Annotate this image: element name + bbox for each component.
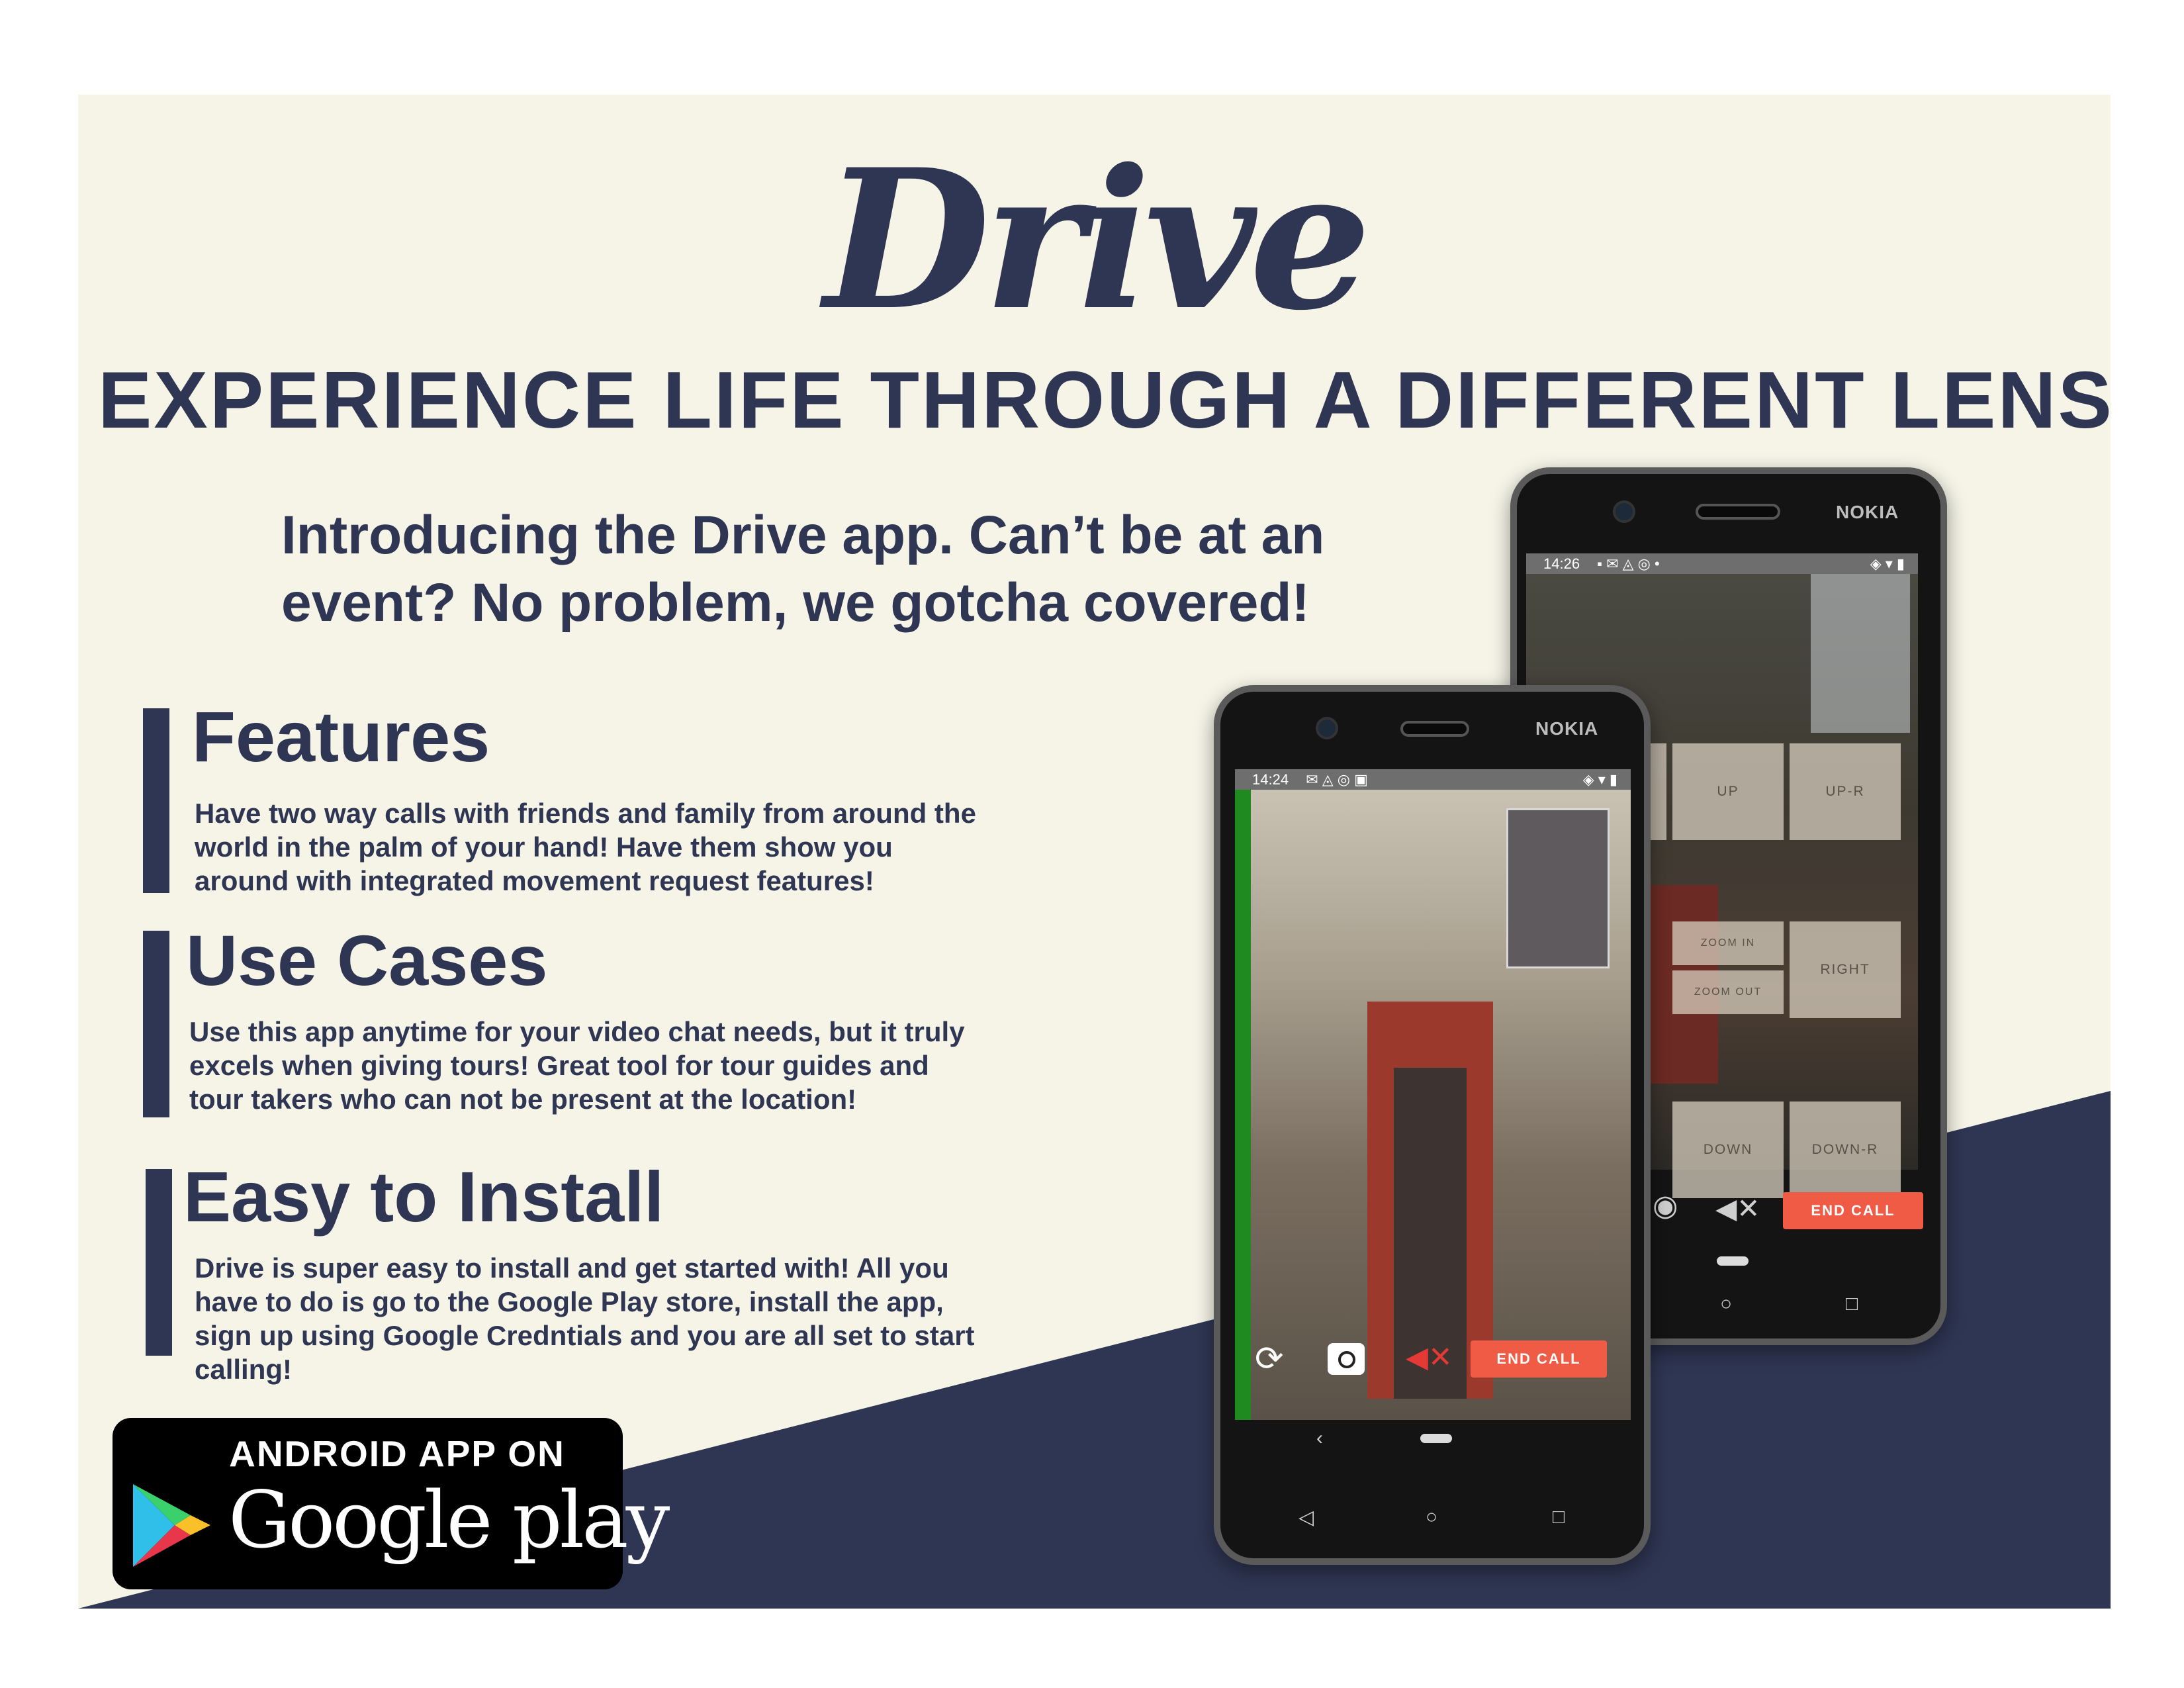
drive-logo: Drive <box>823 128 1371 353</box>
control-right[interactable]: RIGHT <box>1790 921 1901 1018</box>
recents-icon[interactable]: □ <box>1846 1293 1858 1315</box>
install-title: Easy to Install <box>183 1156 664 1237</box>
body-line: excels when giving tours! Great tool for… <box>189 1050 929 1081</box>
camera-lens <box>1338 1351 1355 1368</box>
body-line: world in the palm of your hand! Have the… <box>195 831 893 863</box>
intro-line: Introducing the Drive app. Can’t be at a… <box>281 505 1325 565</box>
front-camera <box>1613 500 1635 523</box>
intro-line: event? No problem, we gotcha covered! <box>281 573 1310 633</box>
phone-front: NOKIA 14:24 ✉ ◬ ◎ ▣ ◈ ▾ ▮ ⟳ ◀✕ END CALL … <box>1214 685 1651 1565</box>
tagline-text: EXPERIENCE LIFE THROUGH A DIFFERENT LENS <box>98 355 2111 445</box>
camera-icon[interactable]: ◉ <box>1653 1189 1678 1223</box>
end-call-button[interactable]: END CALL <box>1471 1340 1607 1378</box>
back-icon[interactable]: ◁ <box>1298 1506 1314 1529</box>
use-cases-accent-bar <box>143 931 169 1117</box>
status-right-icons: ◈ ▾ ▮ <box>1870 555 1905 572</box>
end-call-button[interactable]: END CALL <box>1783 1192 1923 1229</box>
poster: Drive EXPERIENCE LIFE THROUGH A DIFFEREN… <box>78 95 2111 1609</box>
tagline: EXPERIENCE LIFE THROUGH A DIFFERENT LENS… <box>98 336 2111 453</box>
video-feed: ⟳ ◀✕ END CALL <box>1235 790 1631 1420</box>
camera-icon[interactable] <box>1328 1343 1365 1375</box>
control-up-r[interactable]: UP-R <box>1790 743 1901 840</box>
earpiece <box>1400 721 1469 737</box>
status-bar: 14:24 ✉ ◬ ◎ ▣ ◈ ▾ ▮ <box>1235 769 1631 790</box>
body-line: have to do is go to the Google Play stor… <box>195 1286 944 1317</box>
status-bar: 14:26 ▪ ✉ ◬ ◎ • ◈ ▾ ▮ <box>1526 553 1918 574</box>
rotate-camera-icon[interactable]: ⟳ <box>1255 1339 1295 1379</box>
status-icons: ▪ ✉ ◬ ◎ • <box>1597 555 1660 572</box>
recents-icon[interactable]: □ <box>1553 1506 1565 1528</box>
earpiece <box>1696 504 1780 520</box>
use-cases-body: Use this app anytime for your video chat… <box>189 1015 1050 1116</box>
body-line: Drive is super easy to install and get s… <box>195 1252 949 1284</box>
google-play-badge[interactable]: ANDROID APP ON Google play <box>113 1418 670 1589</box>
home-icon[interactable]: ○ <box>1426 1506 1437 1528</box>
status-right-icons: ◈ ▾ ▮ <box>1582 771 1617 788</box>
phone-brand: NOKIA <box>1836 502 1899 522</box>
control-up[interactable]: UP <box>1672 743 1784 840</box>
front-camera <box>1316 717 1338 739</box>
install-accent-bar <box>146 1169 172 1356</box>
gesture-pill[interactable] <box>1420 1434 1452 1443</box>
mute-icon[interactable]: ◀✕ <box>1406 1340 1453 1374</box>
features-accent-bar <box>143 708 169 893</box>
features-title: Features <box>192 696 490 776</box>
mute-icon[interactable]: ◀✕ <box>1715 1192 1760 1225</box>
install-body: Drive is super easy to install and get s… <box>195 1251 1055 1386</box>
body-line: Use this app anytime for your video chat… <box>189 1016 965 1047</box>
call-status-bar <box>1235 790 1251 1420</box>
google-play-triangle-icon <box>133 1484 210 1567</box>
self-view <box>1811 574 1910 733</box>
badge-top-text: ANDROID APP ON <box>229 1433 565 1474</box>
badge-bottom-text: Google play <box>228 1474 670 1566</box>
gesture-pill[interactable] <box>1717 1256 1749 1266</box>
body-line: around with integrated movement request … <box>195 865 874 896</box>
control-down-r[interactable]: DOWN-R <box>1790 1102 1901 1198</box>
phone-brand: NOKIA <box>1535 718 1599 739</box>
status-time: 14:24 <box>1252 771 1289 788</box>
control-down[interactable]: DOWN <box>1672 1102 1784 1198</box>
body-line: sign up using Google Credntials and you … <box>195 1320 975 1351</box>
control-zoom-out[interactable]: ZOOM OUT <box>1672 970 1784 1014</box>
home-icon[interactable]: ○ <box>1720 1293 1732 1315</box>
control-zoom-in[interactable]: ZOOM IN <box>1672 921 1784 965</box>
back-chevron-icon[interactable]: ‹ <box>1316 1427 1323 1450</box>
intro-text: Introducing the Drive app. Can’t be at a… <box>281 502 1406 637</box>
body-line: Have two way calls with friends and fami… <box>195 798 976 829</box>
body-line: tour takers who can not be present at th… <box>189 1084 857 1115</box>
use-cases-title: Use Cases <box>186 920 548 1000</box>
status-time: 14:26 <box>1543 555 1580 572</box>
status-icons: ✉ ◬ ◎ ▣ <box>1306 771 1368 788</box>
features-body: Have two way calls with friends and fami… <box>195 796 1055 898</box>
self-view <box>1506 808 1610 968</box>
body-line: calling! <box>195 1354 293 1385</box>
